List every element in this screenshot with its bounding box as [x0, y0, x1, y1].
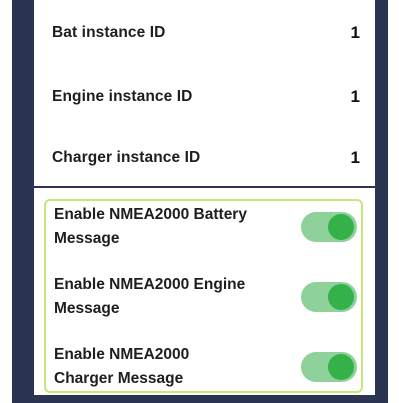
nmea-engine-label-line1: Enable NMEA2000 Engine — [54, 276, 246, 293]
toggle-knob — [328, 214, 354, 240]
toggle-knob — [328, 284, 354, 310]
nmea-battery-option: Enable NMEA2000 Battery Message — [54, 203, 359, 253]
bat-instance-value[interactable]: 1 — [351, 23, 362, 43]
nmea-options-group: Enable NMEA2000 Battery Message Enable N… — [44, 199, 363, 393]
frame-bottom-edge — [12, 395, 388, 403]
bat-instance-label: Bat instance ID — [52, 24, 166, 41]
nmea-battery-label-line2: Message — [54, 230, 120, 247]
nmea-engine-label-line2: Message — [54, 300, 120, 317]
charger-instance-row[interactable]: Charger instance ID 1 — [52, 143, 362, 173]
nmea-charger-label-line1: Enable NMEA2000 — [54, 346, 190, 363]
nmea-charger-option: Enable NMEA2000 Charger Message — [54, 343, 359, 393]
engine-instance-row[interactable]: Engine instance ID 1 — [52, 82, 362, 112]
section-divider — [34, 186, 375, 188]
toggle-knob — [328, 354, 354, 380]
nmea-charger-label-line2: Charger Message — [54, 370, 184, 387]
settings-panel: Bat instance ID 1 Engine instance ID 1 C… — [34, 0, 375, 395]
nmea-engine-label: Enable NMEA2000 Engine Message — [54, 273, 284, 321]
nmea-battery-toggle[interactable] — [301, 212, 357, 242]
nmea-charger-label: Enable NMEA2000 Charger Message — [54, 343, 284, 391]
bat-instance-row[interactable]: Bat instance ID 1 — [52, 18, 362, 48]
nmea-battery-label: Enable NMEA2000 Battery Message — [54, 203, 284, 251]
frame-right-edge — [375, 0, 388, 403]
nmea-engine-toggle[interactable] — [301, 282, 357, 312]
charger-instance-label: Charger instance ID — [52, 149, 201, 166]
nmea-engine-option: Enable NMEA2000 Engine Message — [54, 273, 359, 323]
nmea-battery-label-line1: Enable NMEA2000 Battery — [54, 206, 247, 223]
frame-left-edge — [12, 0, 34, 403]
engine-instance-label: Engine instance ID — [52, 88, 193, 105]
charger-instance-value[interactable]: 1 — [351, 148, 362, 168]
settings-screen: Bat instance ID 1 Engine instance ID 1 C… — [0, 0, 399, 403]
engine-instance-value[interactable]: 1 — [351, 87, 362, 107]
nmea-charger-toggle[interactable] — [301, 352, 357, 382]
